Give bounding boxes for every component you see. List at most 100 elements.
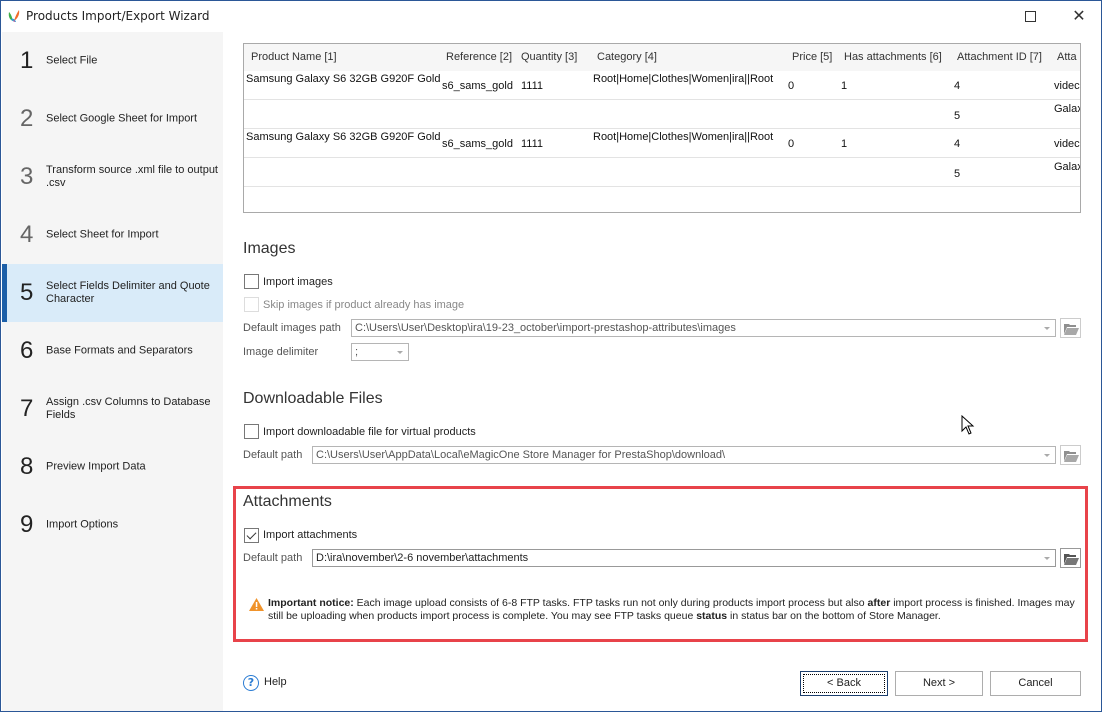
import-images-label: Import images <box>263 276 333 288</box>
column-header[interactable]: Category [4] <box>597 51 657 63</box>
warning-icon <box>249 598 264 611</box>
maximize-icon[interactable] <box>1025 11 1036 22</box>
table-row[interactable]: Samsung Galaxy S6 32GB G920F Gold s6_sam… <box>244 71 1080 100</box>
step-label: Select Google Sheet for Import <box>46 112 198 125</box>
cell-attachment: Galax <box>1054 161 1081 173</box>
preview-grid[interactable]: Product Name [1] Reference [2] Quantity … <box>243 43 1081 213</box>
downloadable-path-label: Default path <box>243 449 303 461</box>
notice-part: in status bar on the bottom of Store Man… <box>727 610 941 622</box>
notice-part: Each image upload consists of 6-8 FTP ta… <box>353 597 868 609</box>
column-header[interactable]: Quantity [3] <box>521 51 577 63</box>
step-label: Base Formats and Separators <box>46 344 193 357</box>
cell-has-attachments: 1 <box>841 80 848 92</box>
step-label: Select Fields Delimiter and Quote Charac… <box>46 280 210 305</box>
grid-header: Product Name [1] Reference [2] Quantity … <box>244 44 1080 71</box>
column-header[interactable]: Product Name [1] <box>251 51 337 63</box>
column-header[interactable]: Attachment ID [7] <box>957 51 1042 63</box>
step-number: 5 <box>20 279 34 306</box>
browse-downloadable-path-button[interactable] <box>1060 445 1081 465</box>
step-transform-xml[interactable]: 3 Transform source .xml file to output .… <box>2 148 223 206</box>
step-assign-columns[interactable]: 7 Assign .csv Columns to Database Fields <box>2 380 223 438</box>
app-logo-icon <box>8 10 20 22</box>
step-number: 1 <box>20 47 34 74</box>
step-label: Import Options <box>46 518 119 531</box>
cell-attachment-id: 5 <box>954 168 961 180</box>
dropdown-arrow-icon[interactable] <box>1044 454 1050 457</box>
step-select-google-sheet[interactable]: 2 Select Google Sheet for Import <box>2 90 223 148</box>
step-number: 4 <box>20 221 34 248</box>
table-row[interactable]: 5 Galax <box>244 100 1080 129</box>
step-select-file[interactable]: 1 Select File <box>2 32 223 90</box>
import-downloadable-label: Import downloadable file for virtual pro… <box>263 426 476 438</box>
cell-price: 0 <box>788 138 795 150</box>
back-button[interactable]: < Back <box>800 671 888 696</box>
column-header[interactable]: Atta <box>1057 51 1077 63</box>
images-section-title: Images <box>243 240 296 257</box>
attachments-path-value: D:\ira\november\2-6 november\attachments <box>316 552 529 564</box>
default-images-path-label: Default images path <box>243 322 341 334</box>
step-number: 9 <box>20 511 34 538</box>
notice-lead: Important notice: <box>268 597 354 609</box>
cell-category: Root|Home|Clothes|Women|ira||Root <box>593 73 774 85</box>
step-fields-delimiter[interactable]: 5 Select Fields Delimiter and Quote Char… <box>2 264 223 322</box>
step-import-options[interactable]: 9 Import Options <box>2 496 223 554</box>
folder-open-icon <box>1064 554 1079 565</box>
cell-quantity: 1111 <box>521 80 544 92</box>
column-header[interactable]: Price [5] <box>792 51 832 63</box>
step-base-formats[interactable]: 6 Base Formats and Separators <box>2 322 223 380</box>
cell-attachment-id: 4 <box>954 138 961 150</box>
downloadable-path-input[interactable]: C:\Users\User\AppData\Local\eMagicOne St… <box>312 446 1056 464</box>
skip-images-label: Skip images if product already has image <box>263 299 465 311</box>
attachments-path-input[interactable]: D:\ira\november\2-6 november\attachments <box>312 549 1056 567</box>
column-header[interactable]: Has attachments [6] <box>844 51 942 63</box>
step-label: Select Sheet for Import <box>46 228 159 241</box>
cell-has-attachments: 1 <box>841 138 848 150</box>
cell-attachment-id: 4 <box>954 80 961 92</box>
cell-product-name: Samsung Galaxy S6 32GB G920F Gold <box>246 73 441 85</box>
import-attachments-checkbox[interactable] <box>244 528 259 543</box>
title-bar: Products Import/Export Wizard ✕ <box>1 1 1101 32</box>
close-icon[interactable]: ✕ <box>1071 6 1087 26</box>
image-delimiter-value: ; <box>355 346 359 358</box>
cell-attachment: videc <box>1054 138 1080 150</box>
dropdown-arrow-icon[interactable] <box>1044 557 1050 560</box>
table-row[interactable]: 5 Galax <box>244 158 1080 187</box>
wizard-window: Products Import/Export Wizard ✕ 1 Select… <box>0 0 1102 712</box>
cell-category: Root|Home|Clothes|Women|ira||Root <box>593 131 774 143</box>
import-images-checkbox[interactable] <box>244 274 259 289</box>
default-images-path-input[interactable]: C:\Users\User\Desktop\ira\19-23_october\… <box>351 319 1056 337</box>
step-label: Select File <box>46 54 98 67</box>
folder-open-icon <box>1064 324 1079 335</box>
browse-images-path-button[interactable] <box>1060 318 1081 338</box>
step-preview-import[interactable]: 8 Preview Import Data <box>2 438 223 496</box>
import-attachments-label: Import attachments <box>263 529 358 541</box>
notice-text: Important notice: Each image upload cons… <box>268 597 1078 623</box>
step-number: 3 <box>20 163 34 190</box>
folder-open-icon <box>1064 451 1079 462</box>
window-title: Products Import/Export Wizard <box>26 9 210 23</box>
browse-attachments-path-button[interactable] <box>1060 548 1081 568</box>
cancel-button[interactable]: Cancel <box>990 671 1081 696</box>
skip-images-checkbox[interactable] <box>244 297 259 312</box>
step-select-sheet[interactable]: 4 Select Sheet for Import <box>2 206 223 264</box>
step-label: Preview Import Data <box>46 460 146 473</box>
column-header[interactable]: Reference [2] <box>446 51 512 63</box>
table-row[interactable]: Samsung Galaxy S6 32GB G920F Gold s6_sam… <box>244 129 1080 158</box>
cell-attachment-id: 5 <box>954 110 961 122</box>
step-label: Assign .csv Columns to Database Fields <box>46 396 211 421</box>
notice-emphasis: after <box>867 597 891 609</box>
help-label: Help <box>264 676 287 688</box>
step-number: 7 <box>20 395 34 422</box>
dropdown-arrow-icon[interactable] <box>1044 327 1050 330</box>
help-icon: ? <box>243 675 259 691</box>
next-button[interactable]: Next > <box>895 671 983 696</box>
attachments-path-label: Default path <box>243 552 303 564</box>
cell-reference: s6_sams_gold <box>442 80 513 92</box>
image-delimiter-select[interactable]: ; <box>351 343 409 361</box>
cell-reference: s6_sams_gold <box>442 138 513 150</box>
notice-emphasis: status <box>696 610 728 622</box>
import-downloadable-checkbox[interactable] <box>244 424 259 439</box>
attachments-section-title: Attachments <box>243 493 332 510</box>
step-number: 6 <box>20 337 34 364</box>
dropdown-arrow-icon[interactable] <box>397 351 403 354</box>
